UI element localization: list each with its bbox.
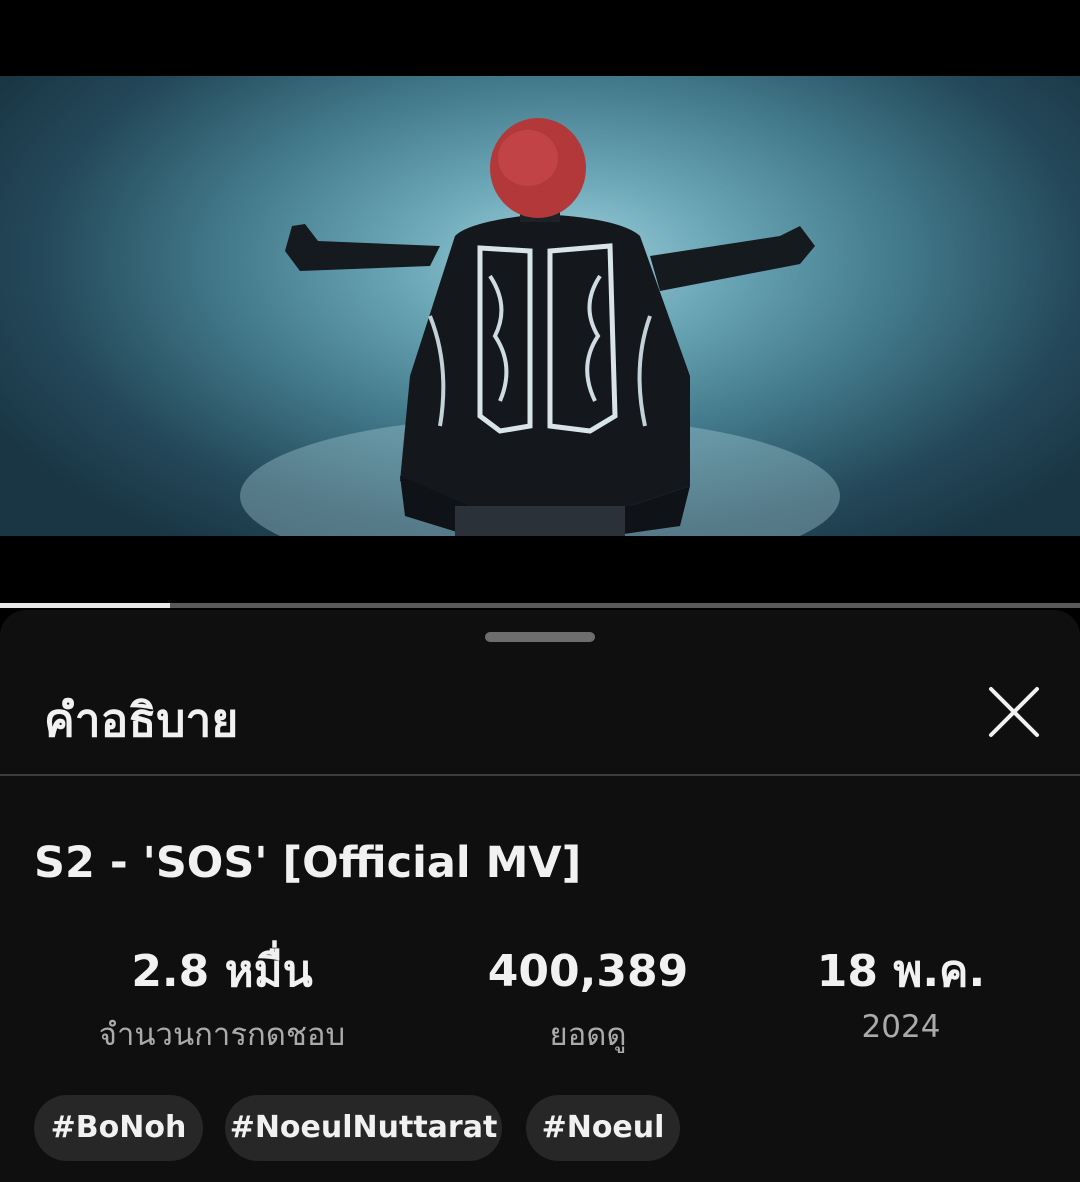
likes-stat: 2.8 หมื่น จำนวนการกดชอบ (52, 946, 392, 1059)
close-icon (989, 687, 1039, 737)
video-progress-fill (0, 603, 170, 608)
video-title: S2 - 'SOS' [Official MV] (34, 838, 582, 888)
upload-date-stat: 18 พ.ค. 2024 (731, 946, 1071, 1045)
video-progress-bar[interactable] (0, 603, 1080, 608)
drag-handle[interactable] (485, 632, 595, 642)
likes-label: จำนวนการกดชอบ (98, 1016, 346, 1053)
video-frame[interactable] (0, 76, 1080, 536)
header-divider (0, 774, 1080, 776)
video-thumbnail-image (240, 118, 840, 536)
panel-title: คำอธิบาย (44, 693, 239, 747)
hashtag-chip[interactable]: #Noeul (526, 1095, 680, 1161)
views-count: 400,389 (487, 946, 689, 997)
upload-date: 18 พ.ค. (816, 946, 986, 997)
description-panel: คำอธิบาย S2 - 'SOS' [Official MV] 2.8 หม… (0, 610, 1080, 1182)
views-stat: 400,389 ยอดดู (418, 946, 758, 1059)
hashtag-chip[interactable]: #NoeulNuttarat (225, 1095, 502, 1161)
close-button[interactable] (982, 680, 1046, 744)
views-label: ยอดดู (549, 1016, 627, 1053)
video-player[interactable] (0, 0, 1080, 608)
hashtag-chip[interactable]: #BoNoh (34, 1095, 203, 1161)
panel-header: คำอธิบาย (0, 660, 1080, 774)
upload-year: 2024 (861, 1008, 941, 1045)
likes-count: 2.8 หมื่น (131, 946, 313, 997)
